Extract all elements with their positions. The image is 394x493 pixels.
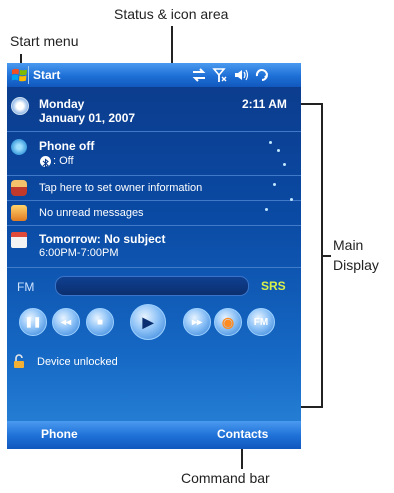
calendar-title: Tomorrow: No subject	[39, 232, 166, 246]
orange-ring-icon: ◉	[221, 313, 235, 330]
sparkle	[273, 183, 276, 186]
envelope-icon	[11, 205, 27, 221]
pause-icon: ❚❚	[24, 316, 42, 328]
sparkle	[283, 163, 286, 166]
title-bar-separator	[28, 66, 29, 84]
bluetooth-icon	[40, 156, 51, 169]
command-bar-callout: Command bar	[181, 470, 270, 486]
divider	[7, 267, 301, 268]
device-lock-status[interactable]: Device unlocked	[37, 356, 118, 368]
owner-info-text: Tap here to set owner information	[39, 182, 203, 194]
main-display-bracket-top	[301, 103, 323, 105]
calendar-icon	[11, 232, 27, 248]
calendar-row[interactable]: Tomorrow: No subject 6:00PM-7:00PM	[7, 227, 301, 265]
next-icon: ▸▸	[191, 316, 203, 328]
messages-row[interactable]: No unread messages	[7, 202, 301, 224]
phone-softkey[interactable]: Phone	[41, 427, 78, 441]
divider	[7, 225, 301, 226]
previous-button[interactable]: ◂◂	[52, 308, 80, 336]
main-display-bracket-mid	[321, 255, 331, 257]
main-display-callout-line2: Display	[333, 257, 379, 273]
messages-text: No unread messages	[39, 207, 144, 219]
main-display-bracket-bottom	[301, 406, 323, 408]
sparkle	[290, 198, 293, 201]
stop-button[interactable]: ■	[86, 308, 114, 336]
sparkle	[265, 208, 268, 211]
date-row[interactable]: Monday January 01, 2007 2:11 AM	[7, 89, 301, 131]
fm-button-label: FM	[253, 316, 269, 328]
pause-button[interactable]: ❚❚	[19, 308, 47, 336]
divider	[7, 200, 301, 201]
lock-icon[interactable]	[13, 354, 25, 368]
clock-time[interactable]: 2:11 AM	[242, 97, 287, 111]
signal-off-icon[interactable]	[211, 67, 227, 83]
phone-status: Phone off	[39, 139, 95, 153]
phone-row[interactable]: Phone off : Off	[7, 133, 301, 175]
sparkle	[269, 141, 272, 144]
divider	[7, 175, 301, 176]
battery-sync-icon[interactable]	[254, 67, 270, 83]
contacts-softkey[interactable]: Contacts	[217, 427, 268, 441]
play-button[interactable]: ▶	[130, 304, 166, 340]
previous-icon: ◂◂	[60, 316, 72, 328]
fm-label: FM	[17, 280, 35, 294]
next-button[interactable]: ▸▸	[183, 308, 211, 336]
device-screen: Start Monday January 01, 2007 2:11 AM Ph…	[7, 63, 301, 449]
date-day: Monday	[39, 97, 85, 111]
owner-icon	[11, 180, 27, 196]
phone-off-icon	[11, 139, 27, 155]
title-bar: Start	[7, 63, 301, 87]
calendar-time: 6:00PM-7:00PM	[39, 247, 119, 259]
stop-icon: ■	[96, 316, 104, 328]
date-full: January 01, 2007	[39, 111, 136, 125]
sparkle	[277, 149, 280, 152]
divider	[7, 131, 301, 132]
orange-app-button[interactable]: ◉	[214, 308, 242, 336]
start-menu-button[interactable]: Start	[33, 68, 60, 82]
bluetooth-status: : Off	[53, 155, 74, 167]
owner-info-row[interactable]: Tap here to set owner information	[7, 177, 301, 199]
clock-icon	[11, 97, 29, 115]
command-bar: Phone Contacts	[7, 421, 301, 449]
volume-icon[interactable]	[233, 67, 249, 83]
play-icon: ▶	[142, 313, 154, 330]
start-menu-callout: Start menu	[10, 33, 79, 49]
status-area-callout: Status & icon area	[114, 6, 229, 22]
fm-button[interactable]: FM	[247, 308, 275, 336]
main-display-callout-line1: Main	[333, 237, 364, 253]
connectivity-icon[interactable]	[191, 67, 207, 83]
main-display-callout: Main Display	[333, 235, 379, 275]
windows-flag-icon[interactable]	[11, 67, 28, 83]
fm-frequency-bar[interactable]	[55, 276, 249, 296]
srs-button[interactable]: SRS	[261, 279, 286, 293]
